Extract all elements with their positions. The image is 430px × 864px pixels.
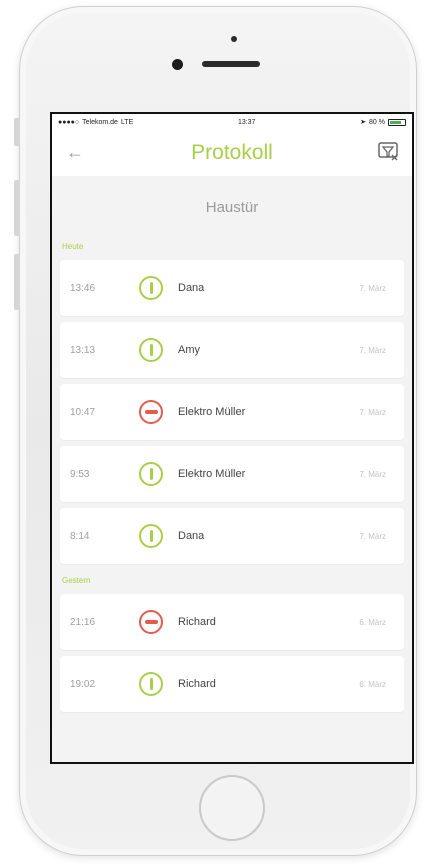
status-left: ●●●●○ Telekom.de LTE (58, 119, 133, 126)
log-entry[interactable]: 9:53 Elektro Müller 7. März (60, 446, 404, 502)
entry-time: 9:53 (70, 468, 90, 480)
entry-date: 7. März (359, 345, 386, 355)
entry-name: Dana (178, 530, 205, 542)
access-denied-icon (139, 610, 163, 634)
carrier-name: Telekom.de (82, 118, 118, 126)
arrow-left-icon: ← (66, 142, 84, 162)
section-label: Gestern (62, 575, 91, 585)
log-list: Heute 13:46 Dana 7. März 13:13 Amy 7. März 10:4… (52, 238, 412, 720)
app-screen: ●●●●○ Telekom.de LTE 13:37 ➤ 80 % ← Prot… (50, 112, 414, 764)
home-button[interactable] (199, 775, 265, 841)
entry-name: Dana (178, 282, 205, 294)
front-camera (172, 59, 183, 70)
back-button[interactable]: ← (66, 142, 84, 163)
entry-date: 7. März (359, 283, 386, 293)
section-label: Heute (62, 241, 84, 251)
filter-button[interactable] (376, 140, 400, 164)
battery-fill (389, 120, 402, 124)
access-granted-icon (139, 524, 163, 548)
access-granted-icon (139, 276, 163, 300)
network-type: LTE (120, 118, 134, 126)
battery-percent: 80 % (369, 118, 385, 126)
signal-icon: ●●●●○ (58, 118, 80, 126)
log-entry[interactable]: 13:46 Dana 7. März (60, 260, 404, 316)
entry-time: 8:14 (70, 530, 90, 542)
entry-time: 10:47 (70, 406, 96, 418)
volume-down-button (14, 254, 20, 310)
access-granted-icon (139, 462, 163, 486)
status-time: 13:37 (237, 118, 256, 126)
entry-date: 6. März (359, 617, 386, 627)
entry-name: Richard (178, 616, 216, 628)
battery-icon (387, 118, 406, 126)
log-entry[interactable]: 10:47 Elektro Müller 7. März (60, 384, 404, 440)
entry-name: Elektro Müller (178, 468, 246, 480)
entry-name: Richard (178, 678, 216, 690)
entry-time: 21:16 (70, 616, 96, 628)
mute-switch (14, 118, 20, 146)
proximity-sensor (231, 36, 237, 42)
entry-name: Amy (178, 344, 200, 356)
entry-time: 13:46 (70, 282, 96, 294)
entry-date: 7. März (359, 531, 386, 541)
location-icon: ➤ (360, 119, 367, 126)
page-title: Protokoll (191, 141, 273, 164)
log-entry[interactable]: 8:14 Dana 7. März (60, 508, 404, 564)
status-right: ➤ 80 % (360, 118, 406, 126)
access-granted-icon (139, 338, 163, 362)
volume-up-button (14, 180, 20, 236)
log-entry[interactable]: 13:13 Amy 7. März (60, 322, 404, 378)
navigation-bar: ← Protokoll (52, 130, 412, 176)
door-name: Haustür (205, 198, 259, 216)
earpiece-speaker (202, 61, 260, 67)
status-bar: ●●●●○ Telekom.de LTE 13:37 ➤ 80 % (52, 114, 412, 130)
entry-time: 13:13 (70, 344, 96, 356)
log-entry[interactable]: 21:16 Richard 6. März (60, 594, 404, 650)
entry-date: 6. März (359, 679, 386, 689)
filter-funnel-icon (378, 142, 398, 161)
entry-date: 7. März (359, 469, 386, 479)
entry-name: Elektro Müller (178, 406, 246, 418)
access-granted-icon (139, 672, 163, 696)
entry-date: 7. März (359, 407, 386, 417)
log-entry[interactable]: 19:02 Richard 6. März (60, 656, 404, 712)
access-denied-icon (139, 400, 163, 424)
entry-time: 19:02 (70, 678, 96, 690)
